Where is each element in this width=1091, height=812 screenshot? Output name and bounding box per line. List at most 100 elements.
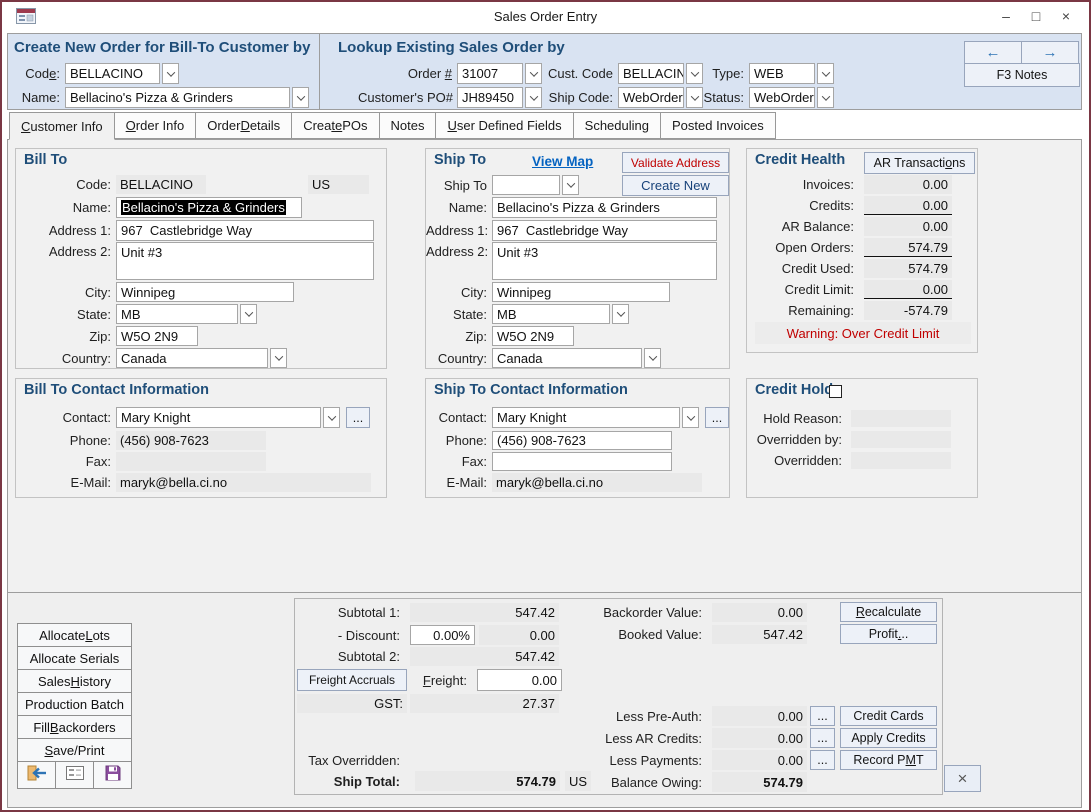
freight-field[interactable]: 0.00 — [477, 669, 562, 691]
chevron-down-icon[interactable] — [612, 304, 629, 324]
chevron-down-icon[interactable] — [270, 348, 287, 368]
tab-order-info[interactable]: Order Info — [114, 112, 197, 139]
allocate-lots-button[interactable]: Allocate Lots — [17, 623, 132, 647]
chevron-down-icon[interactable] — [817, 87, 834, 108]
chevron-down-icon[interactable] — [162, 63, 179, 84]
bill-state-combo[interactable]: MB — [116, 304, 238, 324]
tab-posted-invoices[interactable]: Posted Invoices — [660, 112, 776, 139]
chevron-down-icon[interactable] — [562, 175, 579, 195]
new-order-name-combo[interactable]: Bellacino's Pizza & Grinders — [65, 87, 290, 108]
record-pmt-button[interactable]: Record PMT — [840, 750, 937, 770]
chevron-down-icon[interactable] — [682, 407, 699, 428]
credits-label: Credits: — [747, 198, 859, 213]
maximize-icon[interactable]: □ — [1021, 5, 1051, 27]
bill-city-field[interactable]: Winnipeg — [116, 282, 294, 302]
chevron-down-icon[interactable] — [525, 87, 542, 108]
ar-balance-label: AR Balance: — [747, 219, 859, 234]
save-button[interactable] — [93, 761, 132, 789]
tab-notes[interactable]: Notes — [379, 112, 437, 139]
chevron-down-icon[interactable] — [323, 407, 340, 428]
sales-history-button[interactable]: Sales History — [17, 669, 132, 693]
bill-address1-field[interactable]: 967 Castlebridge Way — [116, 220, 374, 241]
create-new-button[interactable]: Create New — [622, 175, 729, 196]
credit-hold-checkbox[interactable] — [829, 385, 842, 398]
status-combo[interactable]: WebOrder — [749, 87, 815, 108]
bill-contact-more-button[interactable]: ... — [346, 407, 370, 428]
f3-notes-button[interactable]: F3 Notes — [964, 63, 1080, 87]
bill-zip-field[interactable]: W5O 2N9 — [116, 326, 198, 346]
ship-address2-field[interactable]: Unit #3 — [492, 242, 717, 280]
type-combo[interactable]: WEB — [749, 63, 815, 84]
exit-button[interactable] — [17, 761, 56, 789]
chevron-down-icon[interactable] — [525, 63, 542, 84]
credit-cards-button[interactable]: Credit Cards — [840, 706, 937, 726]
ship-country-combo[interactable]: Canada — [492, 348, 642, 368]
bill-fax-field — [116, 452, 266, 471]
new-order-code-combo[interactable]: BELLACINO — [65, 63, 160, 84]
ship-contact-more-button[interactable]: ... — [705, 407, 729, 428]
remaining-label: Remaining: — [747, 303, 859, 318]
tab-order-details[interactable]: Order Details — [195, 112, 292, 139]
profit-button[interactable]: Profit... — [840, 624, 937, 644]
chevron-down-icon[interactable] — [292, 87, 309, 108]
type-label: Type: — [703, 66, 749, 81]
save-print-button[interactable]: Save/Print — [17, 738, 132, 762]
bill-address2-field[interactable]: Unit #3 — [116, 242, 374, 280]
chevron-down-icon[interactable] — [817, 63, 834, 84]
ar-transactions-button[interactable]: AR Transactions — [864, 152, 975, 174]
customer-po-combo[interactable]: JH89450 — [457, 87, 523, 108]
ship-code-combo[interactable]: WebOrder — [618, 87, 684, 108]
chevron-down-icon[interactable] — [644, 348, 661, 368]
minimize-icon[interactable]: – — [991, 5, 1021, 27]
hold-reason-field — [851, 410, 951, 427]
ship-name-field[interactable]: Bellacino's Pizza & Grinders — [492, 197, 717, 218]
bill-fax-label: Fax: — [16, 454, 116, 469]
customer-info-page: Bill To Code: BELLACINO US Name: Bellaci… — [7, 139, 1082, 593]
preauth-more-button[interactable]: ... — [810, 706, 835, 726]
tab-scheduling[interactable]: Scheduling — [573, 112, 661, 139]
datasheet-icon — [66, 766, 84, 785]
bill-country-combo[interactable]: Canada — [116, 348, 268, 368]
production-batch-button[interactable]: Production Batch — [17, 692, 132, 716]
ship-city-field[interactable]: Winnipeg — [492, 282, 670, 302]
next-record-button[interactable]: → — [1021, 41, 1079, 64]
discount-percent-field[interactable]: 0.00% — [410, 625, 475, 645]
apply-credits-button[interactable]: Apply Credits — [840, 728, 937, 748]
payments-more-button[interactable]: ... — [810, 750, 835, 770]
close-form-button[interactable]: × — [944, 765, 981, 792]
chevron-down-icon[interactable] — [240, 304, 257, 324]
chevron-down-icon[interactable] — [686, 63, 703, 84]
remaining-value: -574.79 — [864, 301, 952, 320]
freight-accruals-button[interactable]: Freight Accruals — [297, 669, 407, 691]
bill-contact-combo[interactable]: Mary Knight — [116, 407, 321, 428]
ship-zip-field[interactable]: W5O 2N9 — [492, 326, 574, 346]
fill-backorders-button[interactable]: Fill Backorders — [17, 715, 132, 739]
tab-user-defined-fields[interactable]: User Defined Fields — [435, 112, 573, 139]
datasheet-button[interactable] — [55, 761, 94, 789]
validate-address-button[interactable]: Validate Address — [622, 152, 729, 173]
ship-contact-combo[interactable]: Mary Knight — [492, 407, 680, 428]
view-map-link[interactable]: View Map — [532, 154, 593, 169]
tab-create-pos[interactable]: Create POs — [291, 112, 379, 139]
prev-record-button[interactable]: ← — [964, 41, 1022, 64]
close-x-icon: × — [958, 769, 968, 789]
ship-fax-field[interactable] — [492, 452, 672, 471]
sales-order-entry-window: Sales Order Entry – □ × Create New Order… — [0, 0, 1091, 812]
subtotal1-label: Subtotal 1: — [295, 605, 405, 620]
ship-to-selector-combo[interactable] — [492, 175, 560, 195]
cust-code-combo[interactable]: BELLACINO — [618, 63, 684, 84]
ship-address1-field[interactable]: 967 Castlebridge Way — [492, 220, 717, 241]
ship-phone-field[interactable]: (456) 908-7623 — [492, 431, 672, 450]
ar-credits-more-button[interactable]: ... — [810, 728, 835, 748]
close-icon[interactable]: × — [1051, 5, 1081, 27]
bill-name-field[interactable]: Bellacino's Pizza & Grinders — [116, 197, 302, 218]
chevron-down-icon[interactable] — [686, 87, 703, 108]
subtotal2-value: 547.42 — [410, 647, 559, 666]
bill-email-label: E-Mail: — [16, 475, 116, 490]
recalculate-button[interactable]: Recalculate — [840, 602, 937, 622]
ship-state-combo[interactable]: MB — [492, 304, 610, 324]
order-number-combo[interactable]: 31007 — [457, 63, 523, 84]
allocate-serials-button[interactable]: Allocate Serials — [17, 646, 132, 670]
tab-customer-info[interactable]: Customer Info — [9, 112, 115, 140]
credit-used-value: 574.79 — [864, 259, 952, 278]
